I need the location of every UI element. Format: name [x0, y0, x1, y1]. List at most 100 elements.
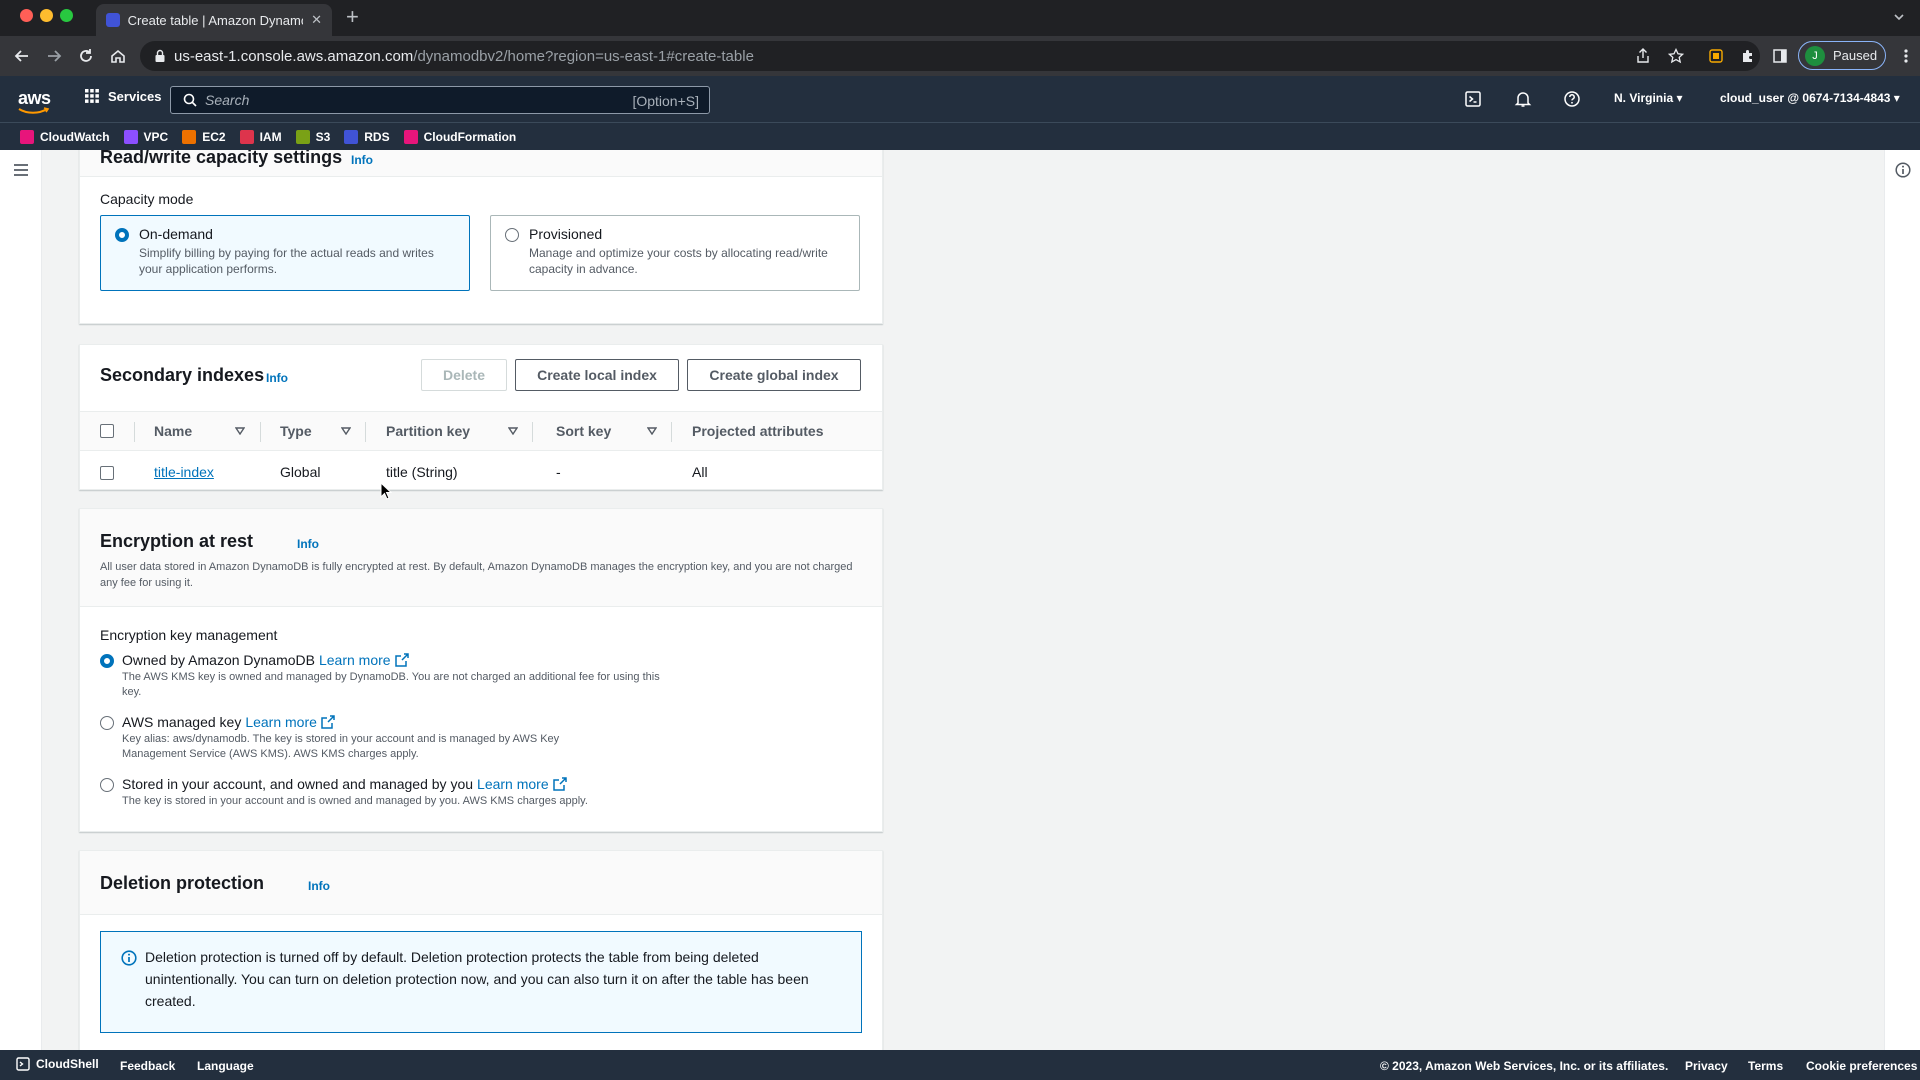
external-link-icon [321, 715, 335, 729]
provisioned-tile[interactable]: Provisioned Manage and optimize your cos… [490, 215, 860, 291]
col-partition-key[interactable]: Partition key [386, 423, 470, 439]
kms-option-aws-managed[interactable]: AWS managed key Learn more Key alias: aw… [100, 714, 622, 762]
reload-icon[interactable] [78, 48, 94, 64]
region-selector[interactable]: N. Virginia ▾ [1614, 91, 1683, 105]
kms-aws-managed-radio[interactable] [100, 716, 114, 730]
encryption-panel: Encryption at rest Info All user data st… [79, 508, 883, 832]
services-menu-button[interactable]: Services [84, 88, 162, 104]
aws-logo[interactable]: aws [18, 88, 51, 109]
right-tools-rail [1884, 150, 1920, 1050]
s3-icon [295, 129, 310, 144]
delete-index-button[interactable]: Delete [421, 359, 507, 391]
capacity-settings-panel: Read/write capacity settings Info Capaci… [79, 150, 883, 324]
on-demand-radio[interactable] [115, 228, 129, 242]
sort-down-icon[interactable] [647, 427, 657, 435]
sort-down-icon[interactable] [508, 427, 518, 435]
browser-tab-active[interactable]: Create table | Amazon DynamoDB ✕ [96, 4, 332, 36]
bookmark-star-icon[interactable] [1668, 48, 1684, 64]
index-name-link[interactable]: title-index [154, 464, 214, 480]
sort-down-icon[interactable] [341, 427, 351, 435]
terms-link[interactable]: Terms [1748, 1059, 1783, 1073]
col-sort-key[interactable]: Sort key [556, 423, 611, 439]
tab-search-chevron-icon[interactable] [1892, 10, 1906, 24]
favorite-rds[interactable]: RDS [344, 129, 390, 144]
lock-icon[interactable] [154, 49, 166, 63]
back-arrow-icon[interactable] [14, 48, 30, 64]
forward-arrow-icon[interactable] [46, 48, 62, 64]
profile-button[interactable]: J Paused [1798, 41, 1886, 70]
favorite-cloudwatch[interactable]: CloudWatch [20, 129, 110, 144]
row-checkbox[interactable] [100, 466, 114, 480]
learn-more-link[interactable]: Learn more [477, 776, 567, 792]
omnibox[interactable]: us-east-1.console.aws.amazon.com/dynamod… [140, 41, 1760, 71]
kms-option-owned[interactable]: Owned by Amazon DynamoDB Learn more The … [100, 652, 682, 700]
favorite-ec2[interactable]: EC2 [182, 129, 226, 144]
search-box[interactable]: [Option+S] [170, 86, 710, 114]
window-minimize-button[interactable] [40, 9, 53, 22]
kms-owned-desc: The AWS KMS key is owned and managed by … [122, 671, 660, 698]
notifications-bell-icon[interactable] [1514, 90, 1532, 108]
cloudshell-footer-button[interactable]: CloudShell [16, 1057, 99, 1071]
info-panel-icon[interactable] [1895, 162, 1911, 178]
learn-more-link[interactable]: Learn more [319, 652, 409, 668]
on-demand-tile[interactable]: On-demand Simplify billing by paying for… [100, 215, 470, 291]
cookie-preferences-link[interactable]: Cookie preferences [1806, 1059, 1917, 1073]
home-icon[interactable] [110, 48, 126, 64]
select-all-checkbox[interactable] [100, 424, 114, 438]
favorite-iam[interactable]: IAM [239, 129, 282, 144]
favorite-s3[interactable]: S3 [295, 129, 330, 144]
cloudshell-icon [16, 1057, 30, 1071]
col-type[interactable]: Type [280, 423, 312, 439]
deletion-info-alert: Deletion protection is turned off by def… [100, 931, 862, 1033]
col-name[interactable]: Name [154, 423, 192, 439]
privacy-link[interactable]: Privacy [1685, 1059, 1728, 1073]
language-link[interactable]: Language [197, 1059, 254, 1073]
side-panel-icon[interactable] [1772, 48, 1788, 64]
favorite-cloudformation[interactable]: CloudFormation [403, 129, 516, 144]
search-icon [183, 93, 197, 107]
deletion-info-link[interactable]: Info [308, 879, 330, 893]
window-maximize-button[interactable] [60, 9, 73, 22]
provisioned-radio[interactable] [505, 228, 519, 242]
left-nav-rail [0, 150, 42, 1050]
index-type: Global [280, 464, 321, 480]
dynamodb-favicon-icon [106, 13, 120, 27]
puzzle-extensions-icon[interactable] [1740, 48, 1756, 64]
share-icon[interactable] [1636, 48, 1650, 64]
feedback-link[interactable]: Feedback [120, 1059, 175, 1073]
learn-more-link[interactable]: Learn more [245, 714, 335, 730]
kms-customer-managed-title: Stored in your account, and owned and ma… [122, 776, 474, 792]
kms-aws-managed-desc: Key alias: aws/dynamodb. The key is stor… [122, 733, 560, 760]
help-icon[interactable] [1563, 90, 1581, 108]
capacity-info-link[interactable]: Info [351, 153, 373, 167]
new-tab-button[interactable]: + [346, 6, 359, 28]
kms-option-customer-managed[interactable]: Stored in your account, and owned and ma… [100, 776, 682, 809]
info-circle-icon [121, 950, 137, 966]
account-menu[interactable]: cloud_user @ 0674-7134-4843 ▾ [1720, 91, 1900, 105]
search-input[interactable] [205, 90, 585, 110]
console-footer: CloudShell Feedback Language © 2023, Ama… [0, 1050, 1920, 1080]
mouse-cursor-icon [380, 482, 392, 500]
create-global-index-button[interactable]: Create global index [687, 359, 861, 391]
indexes-table-header: Name Type Partition key Sort key Project… [80, 411, 882, 451]
browser-menu-icon[interactable] [1904, 48, 1908, 64]
extension-icon[interactable] [1708, 48, 1724, 64]
favorite-vpc[interactable]: VPC [123, 129, 168, 144]
sort-down-icon[interactable] [235, 427, 245, 435]
deletion-panel-header: Deletion protection Info [80, 851, 882, 915]
hamburger-menu-icon[interactable] [13, 163, 29, 177]
indexes-info-link[interactable]: Info [266, 371, 288, 385]
window-close-button[interactable] [20, 9, 33, 22]
on-demand-desc: Simplify billing by paying for the actua… [139, 246, 434, 276]
iam-icon [239, 129, 254, 144]
tab-close-icon[interactable]: ✕ [311, 12, 322, 28]
ec2-icon [182, 129, 197, 144]
column-divider [134, 422, 135, 442]
encryption-info-link[interactable]: Info [297, 537, 319, 551]
kms-owned-radio[interactable] [100, 654, 114, 668]
kms-customer-managed-radio[interactable] [100, 778, 114, 792]
cloudshell-icon[interactable] [1464, 90, 1482, 108]
vpc-icon [123, 129, 138, 144]
create-local-index-button[interactable]: Create local index [515, 359, 679, 391]
rds-icon [344, 129, 359, 144]
